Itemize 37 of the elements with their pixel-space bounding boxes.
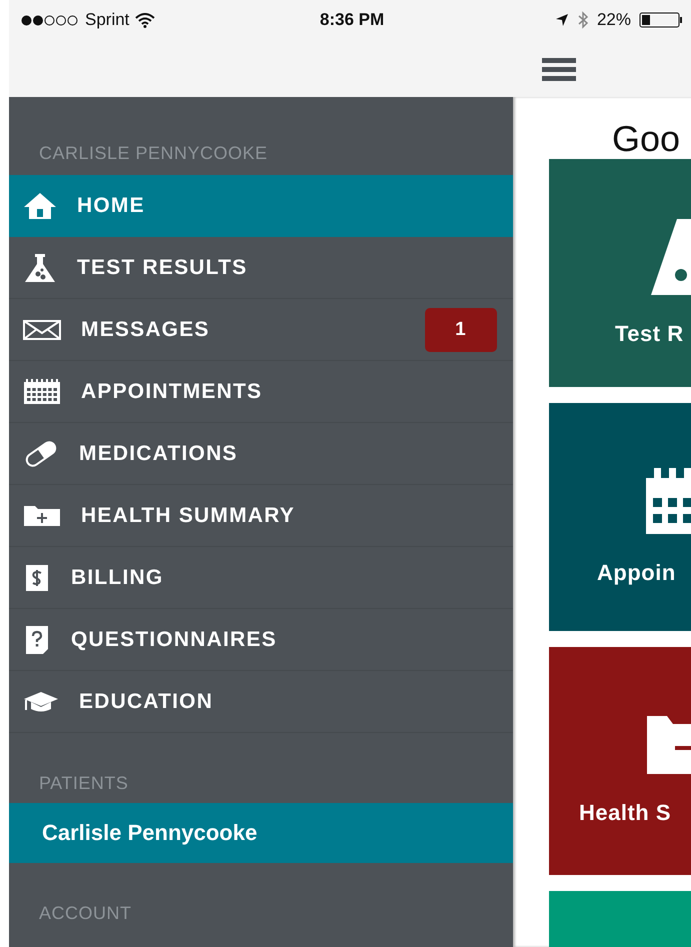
battery-percentage: 22%	[596, 10, 631, 30]
section-header: ACCOUNT	[38, 902, 132, 925]
home-icon	[23, 192, 57, 220]
dashboard-tile[interactable]: Appoin	[549, 403, 691, 631]
menu-item[interactable]: APPOINTMENTS	[9, 361, 513, 423]
calendar-icon	[646, 468, 691, 534]
menu-item[interactable]: BILLING	[9, 547, 513, 609]
pill-icon	[23, 440, 59, 468]
folder-icon	[647, 716, 691, 774]
signal-strength-icon	[21, 14, 79, 26]
menu-item[interactable]: MEDICATIONS	[9, 423, 513, 485]
carrier-name: Sprint	[85, 10, 130, 30]
dashboard-tile[interactable]: Test R	[549, 159, 691, 387]
question-document-icon	[23, 625, 51, 655]
section-header: PATIENTS	[38, 772, 130, 795]
menu-item[interactable]: MESSAGES 1	[9, 299, 513, 361]
section-header: CARLISLE PENNYCOOKE	[38, 142, 269, 165]
menu-item[interactable]: HEALTH SUMMARY	[9, 485, 513, 547]
wifi-icon	[135, 12, 156, 28]
menu-item[interactable]: QUESTIONNAIRES	[9, 609, 513, 671]
dollar-document-icon	[23, 564, 51, 592]
folder-plus-icon	[23, 505, 61, 527]
location-arrow-icon	[554, 13, 569, 27]
graduation-cap-icon	[23, 690, 59, 714]
clock-time: 8:36 PM	[320, 10, 384, 30]
envelope-icon	[23, 320, 61, 340]
calendar-icon	[23, 379, 61, 405]
menu-item[interactable]: TEST RESULTS	[9, 237, 513, 299]
unread-count-badge: 1	[425, 308, 497, 352]
battery-icon	[639, 12, 683, 28]
dashboard-tile[interactable]: Health S	[549, 647, 691, 875]
menu-icon[interactable]	[542, 56, 576, 80]
menu-item[interactable]: EDUCATION	[9, 671, 513, 733]
menu-item[interactable]: HOME	[9, 175, 513, 237]
patient-item[interactable]: Carlisle Pennycooke	[9, 803, 513, 863]
greeting-heading: Goo	[612, 119, 682, 159]
bluetooth-icon	[576, 11, 589, 29]
